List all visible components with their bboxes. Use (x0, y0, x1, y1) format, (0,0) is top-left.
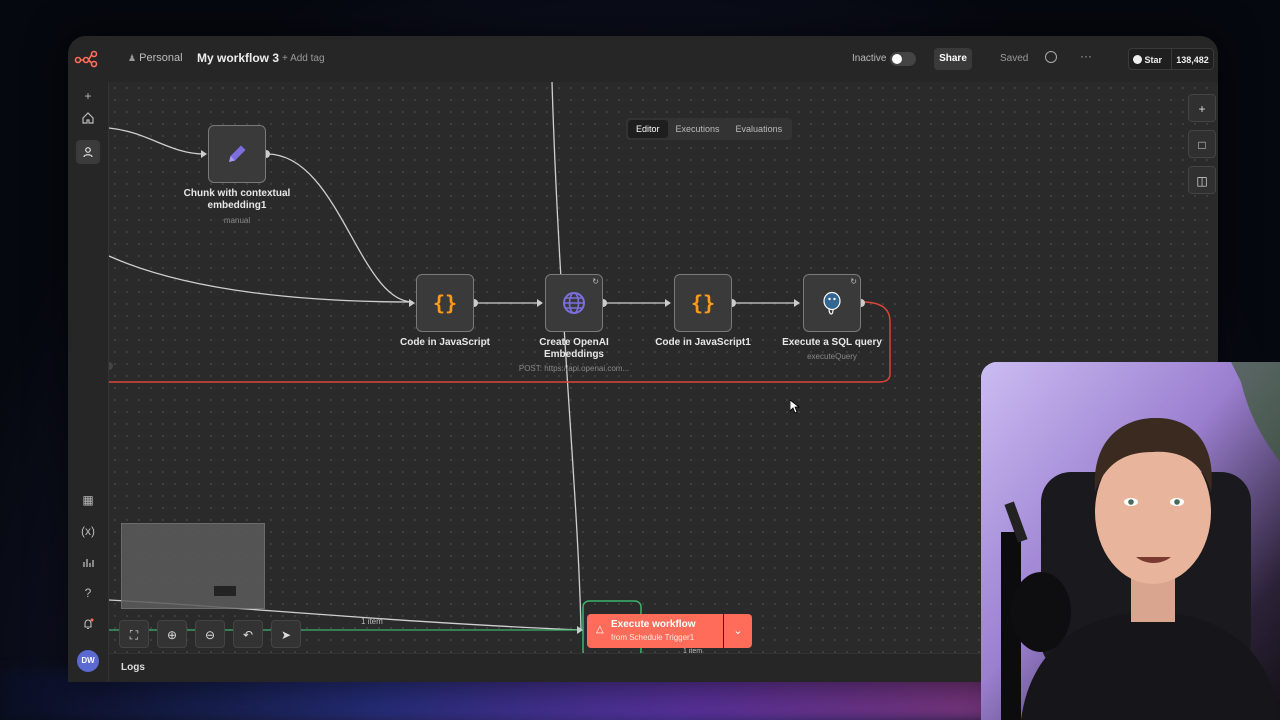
variables-icon[interactable]: (x) (76, 519, 100, 543)
github-star-button[interactable]: Star (1128, 48, 1172, 70)
panel-toggle-icon[interactable]: ◫ (1188, 166, 1216, 194)
left-sidebar: + ▦ (x) ? DW (68, 82, 109, 682)
arrow-sql-in (794, 299, 800, 307)
add-tag-button[interactable]: + Add tag (282, 53, 325, 64)
edge-item-count: 1 item (361, 617, 383, 626)
breadcrumb-personal[interactable]: ♟ Personal (128, 52, 183, 64)
zoom-in-icon[interactable]: ⊕ (157, 620, 187, 648)
breadcrumb-personal-label: Personal (139, 52, 183, 64)
tab-evaluations[interactable]: Evaluations (728, 120, 791, 138)
logs-label: Logs (121, 662, 145, 673)
collapse-handle[interactable] (109, 362, 113, 370)
presenter-video (981, 362, 1280, 720)
personal-icon[interactable] (76, 140, 100, 164)
postgres-icon (823, 291, 841, 315)
avatar[interactable]: DW (77, 650, 99, 672)
add-icon[interactable]: + (76, 84, 100, 108)
minimap-viewport (214, 586, 236, 596)
home-icon[interactable] (76, 106, 100, 130)
node-chunk-label: Chunk with contextual embedding1 (183, 188, 291, 211)
code-braces-icon: {} (432, 291, 458, 315)
node-openai-sub: POST: https://api.openai.com... (518, 364, 630, 373)
undo-icon[interactable]: ↶ (233, 620, 263, 648)
node-openai-label: Create OpenAI Embeddings (539, 337, 609, 360)
node-code-js-label: Code in JavaScript (399, 337, 491, 348)
top-header: ♟ Personal My workflow 3 + Add tag Inact… (68, 36, 1218, 83)
execute-dropdown-chevron-down-icon[interactable]: ⌄ (724, 614, 752, 648)
node-sql-sub: executeQuery (807, 352, 857, 361)
execute-workflow-button[interactable]: △ Execute workflow from Schedule Trigger… (587, 614, 723, 648)
execute-subtitle: from Schedule Trigger1 (611, 633, 695, 642)
notifications-icon[interactable] (76, 612, 100, 636)
globe-icon (563, 292, 585, 314)
n8n-logo-icon[interactable] (74, 48, 98, 68)
tab-executions[interactable]: Executions (668, 120, 728, 138)
toggle-knob (892, 54, 902, 64)
github-icon (1133, 55, 1142, 64)
help-icon[interactable]: ? (76, 581, 100, 605)
fit-view-icon[interactable]: ⛶ (119, 620, 149, 648)
share-button[interactable]: Share (934, 48, 972, 70)
edge-chunk-code (266, 153, 414, 303)
node-sql-label: Execute a SQL query (782, 337, 882, 348)
code-braces-icon: {} (690, 291, 716, 315)
status-label: Inactive (852, 53, 887, 64)
webcam-overlay (981, 362, 1280, 720)
github-star-label: Star (1144, 55, 1163, 65)
node-chunk[interactable] (208, 125, 266, 183)
arrow-openai-in (537, 299, 543, 307)
minimap[interactable] (121, 523, 265, 609)
zoom-out-icon[interactable]: ⊖ (195, 620, 225, 648)
history-icon[interactable] (1045, 51, 1057, 63)
github-star-count[interactable]: 138,482 (1172, 48, 1214, 70)
node-sql-query[interactable]: ↻ (803, 274, 861, 332)
view-tabs: Editor Executions Evaluations (626, 118, 793, 140)
retry-icon: ↻ (850, 277, 857, 286)
node-chunk-sub: manual (223, 216, 251, 225)
edge-incoming-1 (109, 127, 206, 155)
retry-icon: ↻ (592, 277, 599, 286)
arrow-chunk-in (201, 150, 207, 158)
add-node-button[interactable]: + (1188, 94, 1216, 122)
flask-icon: △ (596, 624, 604, 635)
more-options-icon[interactable]: ··· (1080, 49, 1092, 63)
node-code-js1-label: Code in JavaScript1 (655, 337, 751, 348)
workflow-title[interactable]: My workflow 3 (197, 51, 279, 65)
insights-icon[interactable] (76, 550, 100, 574)
active-toggle[interactable] (890, 52, 916, 66)
node-code-js[interactable]: {} (416, 274, 474, 332)
execute-title: Execute workflow (611, 619, 696, 630)
templates-icon[interactable]: ▦ (76, 488, 100, 512)
node-openai-embeddings[interactable]: ↻ (545, 274, 603, 332)
tidy-up-icon[interactable]: ➤ (271, 620, 301, 648)
saved-status: Saved (1000, 53, 1029, 64)
pencil-icon (229, 145, 246, 162)
tab-editor[interactable]: Editor (628, 120, 668, 138)
sticky-note-icon[interactable]: □ (1188, 130, 1216, 158)
user-icon: ♟ (128, 53, 137, 63)
arrow-trigger-in (577, 626, 583, 634)
arrow-code1-in (665, 299, 671, 307)
mouse-cursor-icon (790, 400, 800, 414)
arrow-code-in (409, 299, 415, 307)
node-code-js1[interactable]: {} (674, 274, 732, 332)
